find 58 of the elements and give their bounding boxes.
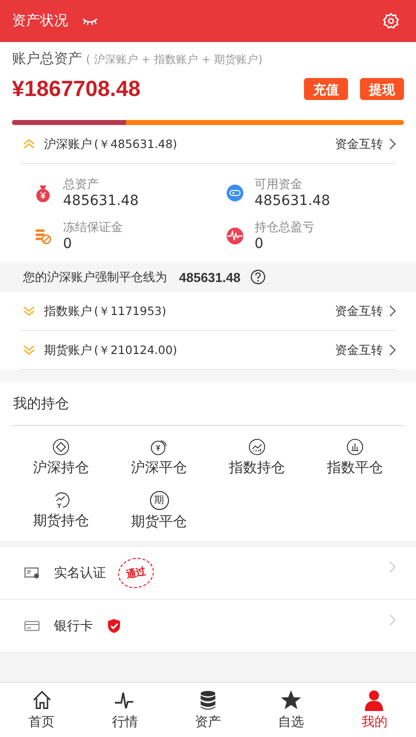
chevron-right-icon	[389, 138, 396, 150]
stat-value: 485631.48	[254, 193, 330, 209]
chevron-right-icon	[389, 305, 396, 317]
target-icon	[52, 438, 70, 456]
stat-label: 持仓总盈亏	[254, 219, 314, 236]
liquidation-value: 485631.48	[179, 270, 240, 284]
stat-value: 485631.48	[63, 193, 139, 209]
id-card-icon	[24, 567, 40, 579]
tab-item[interactable]: 首页	[0, 683, 84, 737]
holding-shortcut[interactable]: 期 期货平仓	[110, 491, 208, 531]
holding-shortcut[interactable]: 指数持仓	[208, 438, 306, 477]
stat-label: 冻结保证金	[63, 219, 123, 236]
total-assets-label: 账户总资产	[12, 50, 82, 68]
transfer-link[interactable]: 资金互转	[335, 302, 383, 320]
circled-character-icon: 期	[150, 491, 168, 510]
holding-shortcut[interactable]: 指数平仓	[306, 438, 404, 477]
tab-item[interactable]: 资产	[166, 683, 250, 737]
holding-shortcut[interactable]: 沪深持仓	[12, 438, 110, 477]
settings-label: 银行卡	[54, 618, 93, 635]
account-balance: (￥485631.48)	[94, 136, 178, 152]
total-assets-value: ¥1867708.48	[12, 76, 140, 102]
home-icon	[30, 689, 53, 711]
heartbeat-icon	[224, 226, 244, 246]
transfer-link[interactable]: 资金互转	[335, 342, 383, 358]
account-row[interactable]: 指数账户 (￥1171953) 资金互转	[20, 292, 396, 331]
chevron-right-icon	[389, 614, 396, 626]
holding-shortcut[interactable]: 沪深平仓	[110, 438, 208, 477]
star-icon	[280, 689, 302, 711]
holding-shortcut[interactable]: 期货持仓	[12, 491, 110, 531]
tab-item[interactable]: 我的	[332, 683, 416, 737]
account-row[interactable]: 沪深账户 (￥485631.48) 资金互转	[20, 125, 396, 164]
settings-icon[interactable]	[382, 12, 400, 30]
account-balance: (￥210124.00)	[94, 342, 178, 358]
stat-label: 可用资金	[254, 176, 304, 193]
account-name: 期货账户	[44, 342, 92, 358]
yen-coin-icon	[150, 438, 168, 456]
tab-item[interactable]: 行情	[83, 683, 166, 737]
stat-label: 总资产	[63, 176, 100, 193]
tab-item[interactable]: 自选	[250, 683, 333, 737]
liquidation-notice: 您的沪深账户强制平仓线为	[23, 268, 167, 286]
stat-value: 0	[63, 236, 73, 252]
bank-card-icon	[24, 620, 40, 632]
chevron-right-icon	[389, 561, 396, 573]
settings-label: 实名认证	[54, 565, 106, 582]
bar-chart-icon	[346, 438, 364, 456]
section-title: 我的持仓	[12, 382, 404, 426]
chevron-right-icon	[389, 344, 396, 356]
help-icon[interactable]	[250, 269, 266, 285]
account-name: 指数账户	[44, 302, 92, 320]
trend-chart-icon	[248, 438, 266, 456]
account-balance: (￥1171953)	[94, 304, 166, 318]
total-assets-note: ( 沪深账户 + 指数账户 + 期货账户)	[86, 52, 262, 67]
account-name: 沪深账户	[44, 136, 92, 152]
transfer-link[interactable]: 资金互转	[335, 136, 383, 152]
stat-value: 0	[254, 236, 264, 252]
user-icon	[363, 689, 386, 711]
eye-closed-icon[interactable]	[82, 17, 98, 25]
page-title: 资产状况	[12, 12, 68, 30]
